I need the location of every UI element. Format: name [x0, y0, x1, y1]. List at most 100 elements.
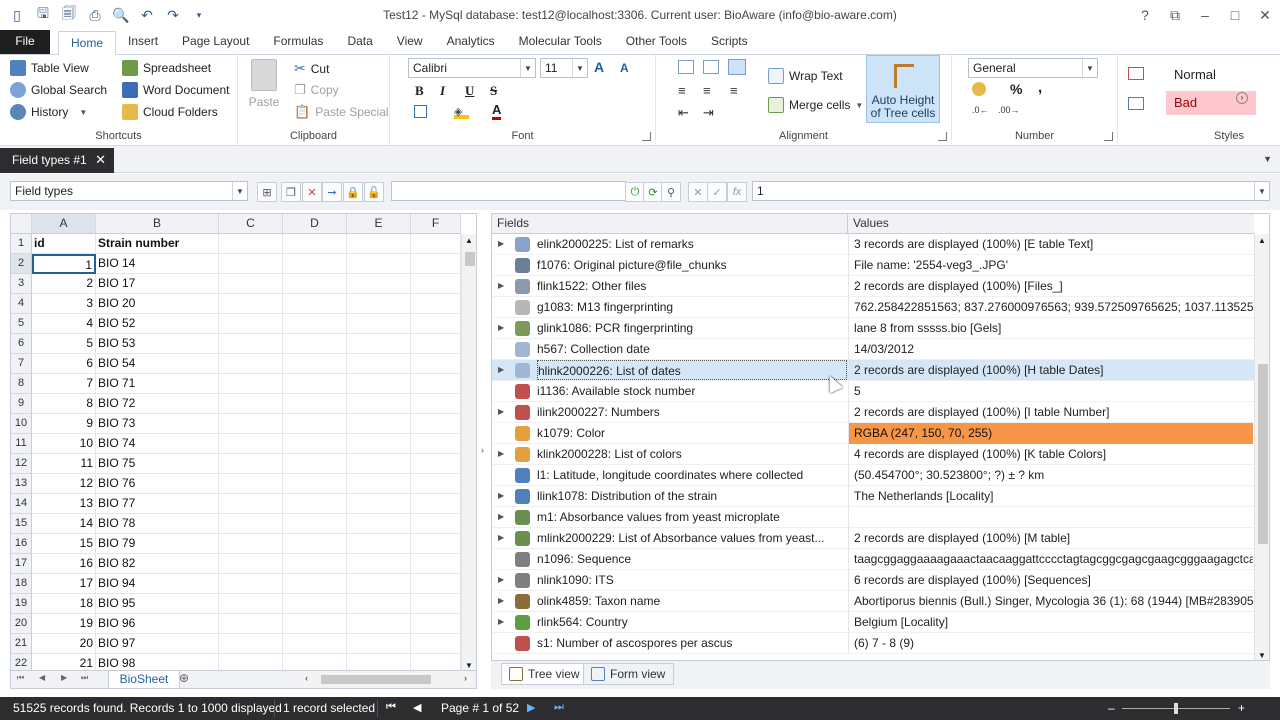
unlock-icon[interactable]: 🔓 [364, 182, 384, 202]
spreadsheet-grid[interactable]: A B C D E F 1 id Strain number 2 1 BIO 14 3 2 BI… [10, 213, 477, 671]
comma-button[interactable]: , [1038, 79, 1042, 96]
sheet-cell[interactable]: 7 [32, 374, 96, 394]
word-document-button[interactable]: Word Document [122, 82, 229, 98]
copy-button[interactable]: ❐ Copy [294, 82, 339, 98]
expand-arrow-icon[interactable]: ▶ [498, 234, 508, 254]
field-value[interactable]: 762.258422851563; 837.276000976563; 939.… [848, 297, 1253, 318]
sheet-cell[interactable]: 3 [32, 294, 96, 314]
tab-form-view[interactable]: Form view [583, 663, 675, 685]
sheet-cell[interactable]: 18 [32, 594, 96, 614]
sheet-cell[interactable]: BIO 54 [96, 354, 219, 374]
delete-record-icon[interactable]: ✕ [302, 182, 322, 202]
sheet-cell[interactable] [219, 634, 283, 654]
sheet-cell[interactable]: 19 [32, 614, 96, 634]
sheet-cell[interactable] [283, 594, 347, 614]
sheet-cell[interactable] [411, 414, 461, 434]
tree-row[interactable]: ▶ klink2000228: List of colors 4 records a… [492, 444, 1254, 465]
italic-button[interactable]: I [440, 83, 445, 99]
field-value[interactable]: RGBA (247, 150, 70, 255) [848, 423, 1253, 444]
expand-arrow-icon[interactable]: ▶ [498, 507, 508, 527]
sheet-cell[interactable] [219, 514, 283, 534]
first-sheet-icon[interactable]: ⏮ [17, 673, 24, 683]
row-header[interactable]: 9 [11, 394, 32, 414]
sheet-cell[interactable]: BIO 96 [96, 614, 219, 634]
sheet-cell[interactable]: BIO 72 [96, 394, 219, 414]
expand-arrow-icon[interactable]: ▶ [498, 612, 508, 632]
row-header[interactable]: 22 [11, 654, 32, 670]
sheet-cell[interactable] [411, 274, 461, 294]
sheet-cell[interactable] [347, 294, 411, 314]
sheet-cell[interactable]: BIO 97 [96, 634, 219, 654]
prev-sheet-icon[interactable]: ◀ [39, 673, 45, 682]
chevron-down-icon[interactable]: ▼ [1263, 154, 1272, 164]
record-tree[interactable]: Fields Values ▶ elink2000225: List of rem… [491, 213, 1270, 661]
field-value[interactable]: 2 records are displayed (100%) [Files_] [848, 276, 1253, 297]
sheet-cell[interactable] [219, 574, 283, 594]
field-value[interactable]: (6) 7 - 8 (9) [848, 633, 1253, 654]
field-value[interactable]: lane 8 from sssss.bio [Gels] [848, 318, 1253, 339]
conditional-formatting-icon[interactable] [1128, 67, 1144, 80]
currency-icon[interactable] [972, 82, 986, 96]
column-header-d[interactable]: D [283, 214, 347, 234]
expand-arrow-icon[interactable]: ▶ [498, 402, 508, 422]
field-value[interactable]: The Netherlands [Locality] [848, 486, 1253, 507]
expand-arrow-icon[interactable]: ▶ [498, 360, 508, 380]
auto-height-button[interactable]: Auto Height of Tree cells [866, 55, 940, 123]
tree-row[interactable]: ▶ flink1522: Other files 2 records are dis… [492, 276, 1254, 297]
underline-button[interactable]: U [465, 83, 474, 99]
sheet-cell[interactable]: BIO 76 [96, 474, 219, 494]
expand-arrow-icon[interactable]: ▶ [498, 591, 508, 611]
sheet-cell[interactable] [411, 614, 461, 634]
align-middle-icon[interactable] [703, 60, 719, 74]
sheet-cell[interactable] [411, 474, 461, 494]
sheet-cell[interactable] [347, 474, 411, 494]
sheet-cell[interactable]: 15 [32, 534, 96, 554]
sheet-cell[interactable] [411, 374, 461, 394]
sheet-cell[interactable]: 11 [32, 454, 96, 474]
field-value[interactable]: 14/03/2012 [848, 339, 1253, 360]
sheet-cell[interactable]: 5 [32, 334, 96, 354]
sheet-cell[interactable] [219, 414, 283, 434]
ribbon-display-icon[interactable]: ⧉ [1160, 0, 1190, 30]
sheet-cell[interactable] [283, 454, 347, 474]
sheet-cell[interactable]: 4 [32, 314, 96, 334]
sheet-cell[interactable]: Strain number [96, 234, 219, 254]
sheet-cell[interactable] [347, 394, 411, 414]
align-bottom-icon[interactable] [728, 59, 746, 75]
next-sheet-icon[interactable]: ▶ [61, 673, 67, 682]
formula-input[interactable]: 1 ▼ [752, 181, 1270, 201]
sheet-cell[interactable] [283, 294, 347, 314]
cut-button[interactable]: ✂ Cut [294, 60, 329, 77]
tab-tree-view[interactable]: Tree view [501, 663, 589, 685]
row-header[interactable]: 15 [11, 514, 32, 534]
sheet-cell[interactable]: BIO 20 [96, 294, 219, 314]
tree-row[interactable]: ▶ hlink2000226: List of dates 2 records ar… [492, 360, 1254, 381]
sheet-cell[interactable] [347, 494, 411, 514]
sheet-cell[interactable] [411, 654, 461, 670]
view-select[interactable]: Field types ▼ [10, 181, 248, 201]
first-page-icon[interactable]: ⏮ [386, 701, 396, 714]
sheet-cell[interactable] [347, 534, 411, 554]
zoom-out-icon[interactable]: – [1108, 701, 1115, 715]
spreadsheet-button[interactable]: Spreadsheet [122, 60, 211, 76]
sheet-cell[interactable] [283, 254, 347, 274]
history-button[interactable]: History ▼ [10, 104, 87, 120]
tree-row[interactable]: ▶ llink1078: Distribution of the strain T… [492, 486, 1254, 507]
merge-cells-button[interactable]: Merge cells ▼ [768, 97, 863, 113]
duplicate-record-icon[interactable]: ❐ [281, 182, 301, 202]
row-header[interactable]: 21 [11, 634, 32, 654]
sheet-cell[interactable] [283, 654, 347, 670]
sheet-cell[interactable] [347, 574, 411, 594]
sheet-cell[interactable] [347, 634, 411, 654]
sheet-cell[interactable] [283, 434, 347, 454]
zoom-slider[interactable] [1122, 703, 1230, 714]
sheet-cell[interactable]: 20 [32, 634, 96, 654]
percent-button[interactable]: % [1010, 81, 1022, 97]
sheet-cell[interactable] [411, 434, 461, 454]
sheet-cell[interactable] [411, 254, 461, 274]
field-value[interactable]: (50.454700°; 30.523800°; ?) ± ? km [848, 465, 1253, 486]
column-header-c[interactable]: C [219, 214, 283, 234]
tree-row[interactable]: ▶ glink1086: PCR fingerprinting lane 8 fr… [492, 318, 1254, 339]
sheet-cell[interactable] [411, 554, 461, 574]
row-header[interactable]: 12 [11, 454, 32, 474]
